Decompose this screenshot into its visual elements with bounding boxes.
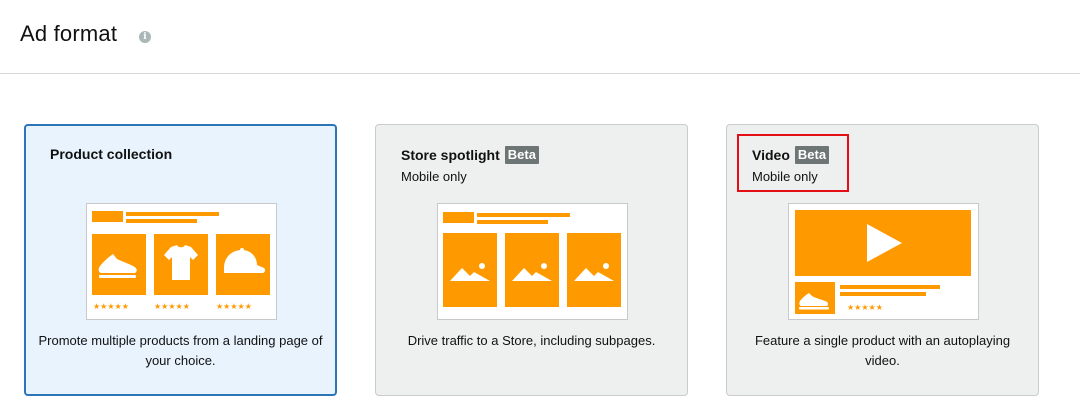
product-collection-graphic: ★★★★★ ★★★★★ ★★★★★: [92, 211, 270, 311]
video-illustration: ★★★★★: [788, 203, 979, 320]
product-collection-illustration: ★★★★★ ★★★★★ ★★★★★: [86, 203, 277, 320]
store-spotlight-graphic: [443, 212, 621, 307]
card-description: Promote multiple products from a landing…: [38, 333, 323, 368]
beta-badge: Beta: [794, 146, 830, 164]
card-title: Product collection: [50, 146, 172, 162]
info-icon[interactable]: i: [139, 31, 151, 43]
store-spotlight-illustration: [437, 203, 628, 320]
video-graphic: ★★★★★: [795, 210, 971, 314]
rating-stars: ★★★★★: [847, 303, 883, 312]
rating-stars-2: ★★★★★: [154, 302, 190, 311]
page-header: Ad format i: [0, 0, 1080, 74]
card-subtitle: Mobile only: [401, 169, 467, 184]
card-subtitle: Mobile only: [752, 169, 818, 184]
ad-format-card-video[interactable]: Video Beta Mobile only ★★★★★ Feature a s…: [726, 124, 1039, 396]
card-title-text: Product collection: [50, 146, 173, 162]
card-title: Video Beta: [752, 146, 830, 164]
ad-format-card-store-spotlight[interactable]: Store spotlight Beta Mobile only Drive t…: [375, 124, 688, 396]
ad-format-card-product-collection[interactable]: Product collection ★★★★★ ★★★★★ ★★★★★ Pro…: [24, 124, 337, 396]
beta-badge: Beta: [504, 146, 539, 164]
rating-stars-3: ★★★★★: [216, 302, 252, 311]
card-description: Feature a single product with an autopla…: [754, 333, 1011, 368]
card-title-text: Store spotlight: [401, 147, 500, 163]
rating-stars-1: ★★★★★: [93, 302, 129, 311]
card-title-text: Video: [752, 147, 790, 163]
card-description: Drive traffic to a Store, including subp…: [407, 333, 656, 348]
page-title: Ad format: [20, 21, 118, 46]
card-title: Store spotlight Beta: [401, 146, 539, 164]
